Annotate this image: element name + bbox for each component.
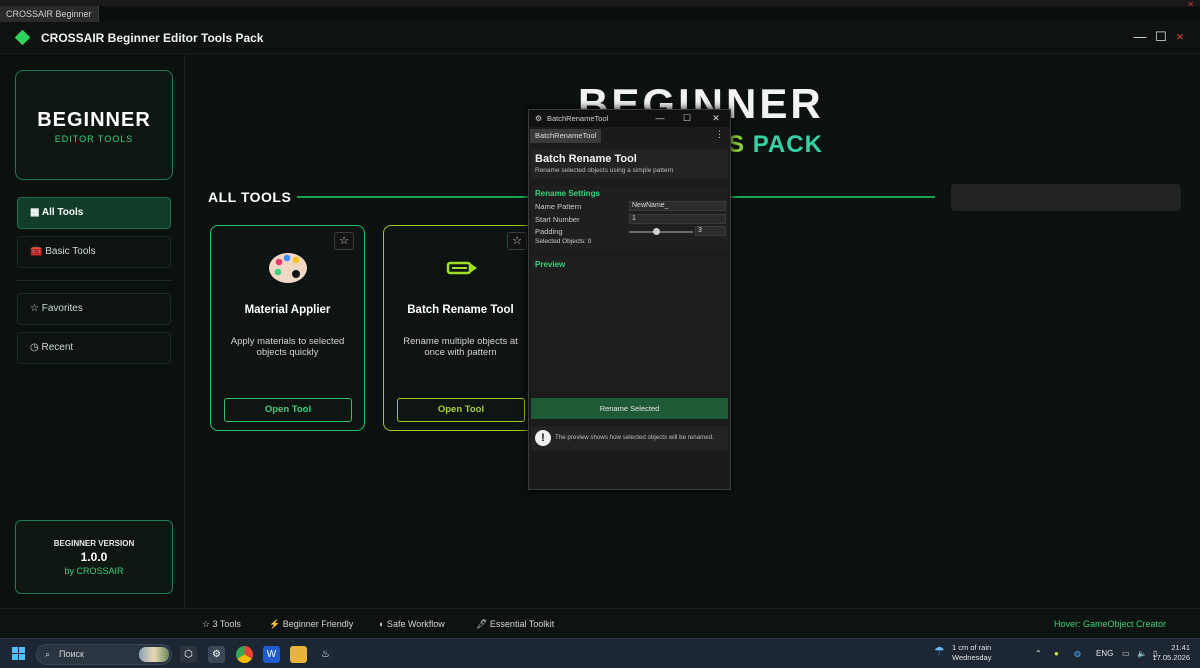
clock-date: 17.05.2026: [1152, 653, 1190, 662]
search-highlight-image: [139, 647, 169, 662]
padding-label: Padding: [535, 227, 563, 236]
sidebar-item-basic-tools[interactable]: 🧰 Basic Tools: [17, 236, 171, 268]
favorite-star-button[interactable]: ☆: [334, 232, 354, 250]
favorite-star-button[interactable]: ☆: [507, 232, 527, 250]
unity-editor-icon[interactable]: ⚙: [208, 646, 225, 663]
logo-diamond-icon: [14, 29, 31, 46]
padding-field[interactable]: 3: [695, 226, 726, 236]
version-label: BEGINNER VERSION: [53, 539, 135, 548]
card-title: Material Applier: [244, 304, 331, 316]
sidebar: BEGINNER EDITOR TOOLS ▦ All Tools 🧰 Basi…: [0, 54, 185, 608]
footer-essential-toolkit: 🖋 Essential Toolkit: [476, 619, 555, 629]
status-footer: ☆ 3 Tools ⚡ Beginner Friendly ◐ Safe Wor…: [0, 608, 1200, 638]
weather-line1: 1 cm of rain: [952, 643, 992, 652]
minimize-button[interactable]: —: [653, 110, 667, 127]
close-icon[interactable]: ✕: [1187, 0, 1194, 9]
close-button[interactable]: ×: [1171, 28, 1189, 46]
rename-settings: Rename Settings Name Pattern NewName_ St…: [531, 186, 728, 250]
section-title: ALL TOOLS: [208, 189, 292, 205]
tray-app2-icon[interactable]: ◍: [1074, 649, 1081, 658]
clock[interactable]: 21:41 17.05.2026: [1152, 643, 1190, 663]
settings-title: Rename Settings: [535, 189, 600, 198]
version-number: 1.0.0: [80, 550, 108, 564]
gear-icon: ⚙: [535, 114, 543, 123]
file-explorer-icon[interactable]: [290, 646, 307, 663]
minimize-button[interactable]: —: [1131, 28, 1149, 46]
search-icon: ⌕: [45, 649, 51, 659]
tool-card-material-applier[interactable]: ☆ Material Applier Apply materials to se…: [210, 225, 365, 431]
unity-hub-icon[interactable]: ⬡: [180, 646, 197, 663]
rain-icon: ☂: [934, 644, 945, 658]
app-title: CROSSAIR Beginner Editor Tools Pack: [41, 31, 264, 45]
app-tab[interactable]: CROSSAIR Beginner: [0, 6, 99, 22]
open-tool-button[interactable]: Open Tool: [224, 398, 352, 422]
tool-window-title: BatchRenameTool: [547, 114, 609, 123]
network-icon[interactable]: ▭: [1122, 649, 1130, 658]
info-text: The preview shows how selected objects w…: [555, 434, 714, 441]
hero-subtitle: S PACK: [728, 131, 823, 159]
tool-tab[interactable]: BatchRenameTool: [530, 129, 602, 143]
hover-status: Hover: GameObject Creator: [1053, 619, 1166, 629]
steam-icon[interactable]: ♨: [317, 646, 334, 663]
batch-rename-window[interactable]: ⚙ BatchRenameTool — ☐ ✕ BatchRenameTool …: [528, 109, 731, 490]
preview-panel: Preview: [531, 256, 728, 392]
pencil-icon: [446, 261, 477, 275]
os-top-strip: [0, 0, 1200, 6]
rename-selected-button[interactable]: Rename Selected: [531, 398, 728, 419]
info-box: ! The preview shows how selected objects…: [531, 426, 728, 450]
name-pattern-field[interactable]: NewName_: [629, 201, 726, 211]
version-card: BEGINNER VERSION 1.0.0 by CROSSAIR: [15, 520, 173, 594]
clock-time: 21:41: [1171, 643, 1190, 652]
sidebar-item-recent[interactable]: ◷ Recent: [17, 332, 171, 364]
tray-expand-icon[interactable]: ⌃: [1035, 649, 1042, 658]
maximize-button[interactable]: ☐: [1152, 28, 1170, 46]
preview-title: Preview: [535, 260, 566, 269]
maximize-button[interactable]: ☐: [680, 110, 694, 127]
tool-header: Batch Rename Tool Rename selected object…: [531, 149, 728, 179]
title-bar: CROSSAIR Beginner Editor Tools Pack — ☐ …: [0, 22, 1200, 54]
hero-subtitle-b: PACK: [752, 131, 823, 158]
volume-icon[interactable]: 🔈: [1137, 649, 1147, 658]
language-indicator[interactable]: ENG: [1096, 649, 1113, 658]
start-number-label: Start Number: [535, 215, 580, 224]
search-placeholder: Поиск: [59, 649, 84, 659]
version-by: by CROSSAIR: [64, 566, 124, 576]
sidebar-item-favorites[interactable]: ☆ Favorites: [17, 293, 171, 325]
taskbar-search[interactable]: ⌕ Поиск: [36, 644, 172, 665]
brand-title: BEGINNER: [37, 109, 151, 131]
search-input[interactable]: [951, 184, 1181, 211]
taskbar: ⌕ Поиск ⬡ ⚙ W ♨ ☂ 1 cm of rain Wednesday…: [0, 638, 1200, 668]
tool-title-bar[interactable]: ⚙ BatchRenameTool — ☐ ✕: [529, 110, 730, 127]
brand-card: BEGINNER EDITOR TOOLS: [15, 70, 173, 180]
slider-knob[interactable]: [653, 228, 660, 235]
name-pattern-label: Name Pattern: [535, 202, 582, 211]
selected-objects-count: Selected Objects: 0: [535, 238, 592, 245]
palette-icon: [269, 253, 307, 283]
weather-widget[interactable]: ☂ 1 cm of rain Wednesday: [934, 643, 991, 663]
sidebar-item-all-tools[interactable]: ▦ All Tools: [17, 197, 171, 229]
start-number-field[interactable]: 1: [629, 214, 726, 224]
word-icon[interactable]: W: [263, 646, 280, 663]
footer-beginner-friendly: ⚡ Beginner Friendly: [269, 619, 354, 629]
tool-card-batch-rename[interactable]: ☆ Batch Rename Tool Rename multiple obje…: [383, 225, 538, 431]
footer-safe-workflow: ◐ Safe Workflow: [379, 619, 445, 629]
card-title: Batch Rename Tool: [407, 304, 514, 316]
weather-line2: Wednesday: [952, 653, 992, 662]
close-button[interactable]: ✕: [709, 110, 723, 127]
more-options-icon[interactable]: ⋮: [715, 129, 724, 140]
brand-subtitle: EDITOR TOOLS: [54, 134, 134, 144]
tool-header-subtitle: Rename selected objects using a simple p…: [535, 167, 674, 174]
open-tool-button[interactable]: Open Tool: [397, 398, 525, 422]
warning-icon: !: [535, 430, 551, 446]
padding-slider[interactable]: [629, 228, 693, 235]
card-description: Rename multiple objects at once with pat…: [403, 336, 518, 358]
footer-tools-count: ☆ 3 Tools: [202, 619, 241, 629]
tray-app-icon[interactable]: ●: [1054, 649, 1059, 658]
tool-header-title: Batch Rename Tool: [535, 153, 637, 165]
sidebar-divider: [17, 280, 172, 281]
windows-start-icon[interactable]: [12, 647, 26, 661]
card-description: Apply materials to selected objects quic…: [230, 336, 345, 358]
chrome-icon[interactable]: [236, 646, 253, 663]
